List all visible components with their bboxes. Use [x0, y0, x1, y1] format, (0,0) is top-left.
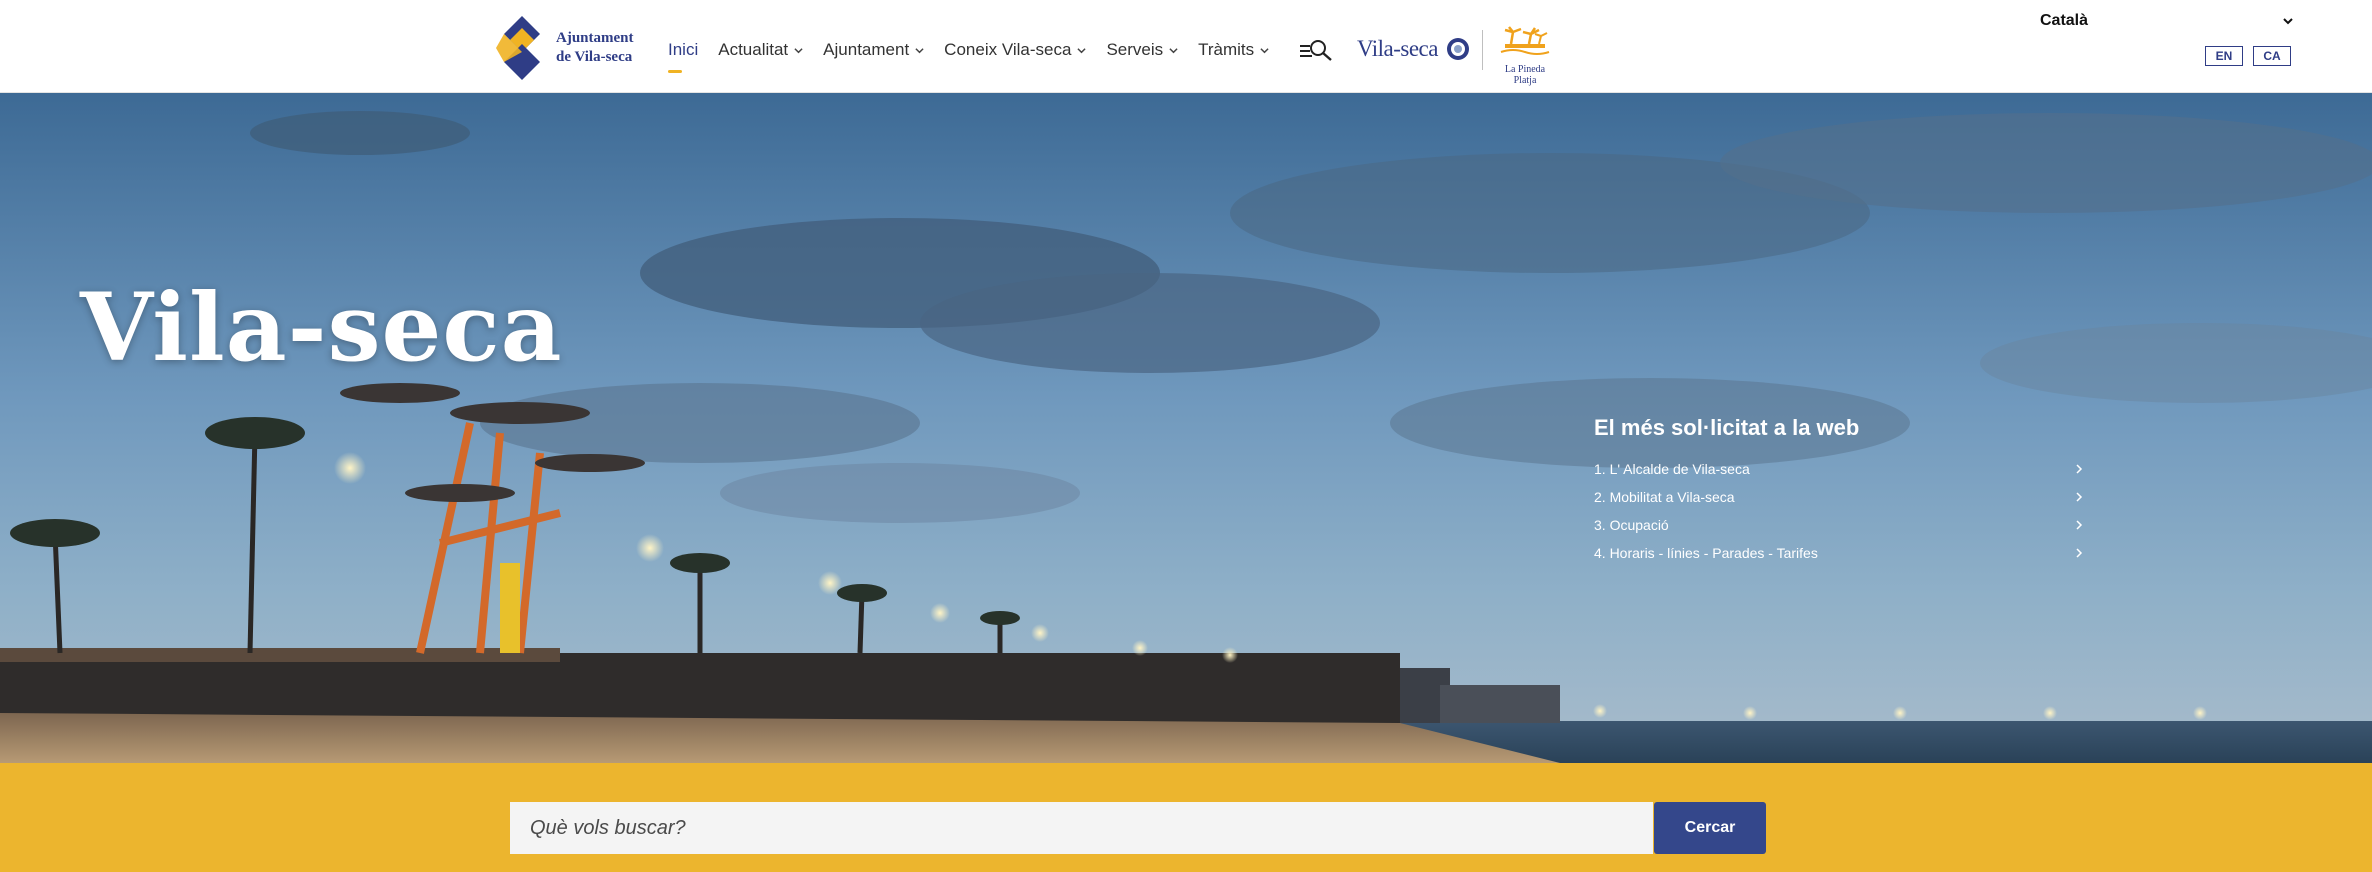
search-icon[interactable] — [1300, 38, 1334, 62]
search-input[interactable] — [510, 802, 1653, 854]
most-requested-item[interactable]: 3. Ocupació — [1594, 511, 2084, 539]
chevron-down-icon — [1260, 47, 1269, 53]
most-requested-item-label: 1. L' Alcalde de Vila-seca — [1594, 461, 1750, 477]
most-requested-title: El més sol·licitat a la web — [1594, 415, 1860, 440]
nav-ajuntament[interactable]: Ajuntament — [823, 40, 924, 60]
chevron-down-icon — [794, 47, 803, 53]
chevron-down-icon — [2283, 18, 2293, 25]
logo-line1: Ajuntament — [556, 30, 634, 46]
most-requested-item-label: 2. Mobilitat a Vila-seca — [1594, 489, 1735, 505]
nav-actualitat[interactable]: Actualitat — [718, 40, 803, 60]
chevron-down-icon — [1077, 47, 1087, 53]
most-requested-item[interactable]: 4. Horaris - línies - Parades - Tarifes — [1594, 539, 2084, 567]
nav-inici[interactable]: Inici — [668, 40, 699, 73]
vila-seca-brand[interactable]: Vila-seca — [1357, 36, 1470, 62]
chevron-right-icon — [2076, 492, 2083, 502]
language-select[interactable]: Català — [2040, 10, 2294, 32]
nav-ajuntament-label: Ajuntament — [823, 40, 910, 59]
most-requested-panel: El més sol·licitat a la web 1. L' Alcald… — [1594, 415, 2084, 567]
site-header: Ajuntament de Vila-seca Inici Actualitat… — [0, 0, 2372, 93]
logo-text: Ajuntament de Vila-seca — [556, 29, 634, 67]
lang-button-en[interactable]: EN — [2205, 46, 2243, 66]
nav-serveis-label: Serveis — [1106, 40, 1164, 59]
main-nav: Inici Actualitat Ajuntament Coneix Vila-… — [668, 40, 1289, 73]
logo-line2: de Vila-seca — [556, 49, 633, 65]
chevron-down-icon — [1169, 47, 1178, 53]
lang-button-ca[interactable]: CA — [2253, 46, 2291, 66]
nav-tramits[interactable]: Tràmits — [1198, 40, 1269, 60]
chevron-right-icon — [2076, 548, 2083, 558]
hero-banner: Vila-seca El més sol·licitat a la web 1.… — [0, 93, 2372, 763]
ajuntament-logo[interactable]: Ajuntament de Vila-seca — [494, 14, 634, 82]
ajuntament-logo-mark — [496, 16, 540, 80]
chevron-right-icon — [2076, 464, 2083, 474]
palm-tree-icon — [1500, 26, 1550, 55]
most-requested-item-label: 4. Horaris - línies - Parades - Tarifes — [1594, 545, 1818, 561]
nav-serveis[interactable]: Serveis — [1106, 40, 1178, 60]
vila-seca-brand-text: Vila-seca — [1357, 36, 1438, 61]
most-requested-item[interactable]: 2. Mobilitat a Vila-seca — [1594, 483, 2084, 511]
nav-inici-label: Inici — [668, 40, 699, 59]
la-pineda-platja-brand[interactable]: La Pineda Platja — [1494, 26, 1556, 86]
nav-coneix-vila-seca[interactable]: Coneix Vila-seca — [944, 40, 1087, 60]
most-requested-item[interactable]: 1. L' Alcalde de Vila-seca — [1594, 455, 2084, 483]
nav-tramits-label: Tràmits — [1198, 40, 1255, 59]
search-button[interactable]: Cercar — [1654, 802, 1766, 854]
brand-divider — [1482, 30, 1483, 70]
chevron-down-icon — [915, 47, 924, 53]
hero-title: Vila-seca — [80, 273, 563, 383]
la-pineda-platja-text: La Pineda Platja — [1504, 64, 1546, 86]
vila-seca-brand-icon — [1446, 38, 1469, 60]
most-requested-item-label: 3. Ocupació — [1594, 517, 1669, 533]
chevron-right-icon — [2076, 520, 2083, 530]
nav-actualitat-label: Actualitat — [718, 40, 789, 59]
nav-coneix-label: Coneix Vila-seca — [944, 40, 1072, 59]
language-select-value: Català — [2040, 12, 2089, 29]
language-buttons: EN CA — [2205, 46, 2291, 66]
